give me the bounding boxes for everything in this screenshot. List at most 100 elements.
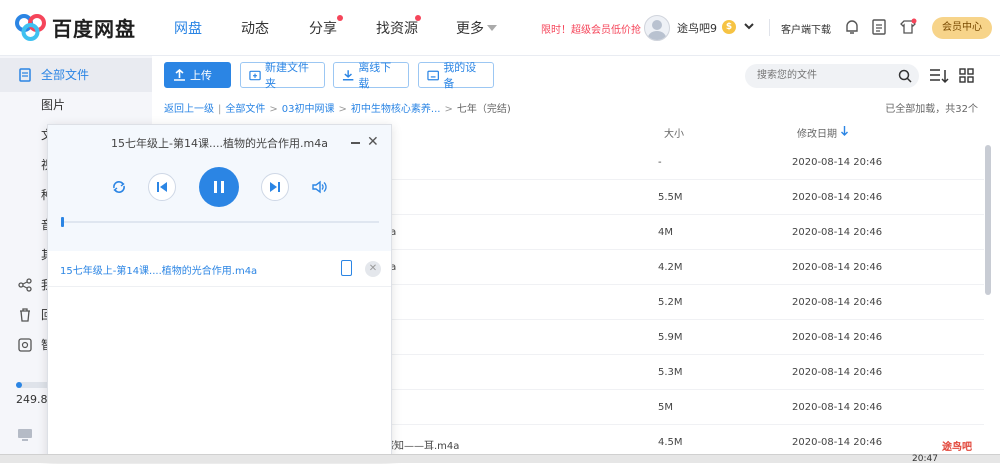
playback-progress-bar[interactable] [61, 217, 379, 227]
next-icon [270, 182, 280, 192]
breadcrumb: 返回上一级 | 全部文件 >03初中网课 > 初中生物核心素养... > 七年（完结) [164, 100, 511, 115]
file-icon [19, 68, 31, 82]
file-modified-date: 2020-08-14 20:46 [792, 157, 883, 168]
file-modified-date: 2020-08-14 20:46 [792, 332, 883, 343]
taskbar [0, 454, 1000, 463]
new-folder-icon [249, 70, 261, 80]
header-divider [769, 19, 770, 36]
previous-track-button[interactable] [148, 173, 176, 201]
smart-icon [18, 338, 32, 352]
chevron-down-icon[interactable] [487, 25, 497, 31]
watermark: 途鸟吧 [942, 442, 972, 453]
clipboard-icon[interactable] [870, 18, 888, 36]
next-track-button[interactable] [261, 173, 289, 201]
search-icon[interactable] [898, 69, 912, 83]
remove-item-icon[interactable]: ✕ [365, 261, 381, 277]
audio-player-popup: 15七年级上-第14课....植物的光合作用.m4a ✕ 15七年级上-第14课… [47, 124, 392, 463]
promo-link[interactable]: 限时！超级会员低价抢 [541, 21, 641, 36]
upload-label: 上传 [190, 69, 212, 82]
bell-icon[interactable] [843, 18, 861, 36]
breadcrumb-folder-1[interactable]: 03初中网课 [282, 104, 335, 115]
upload-icon [174, 68, 185, 81]
grid-view-icon[interactable] [959, 68, 974, 83]
close-icon[interactable]: ✕ [367, 134, 379, 150]
sidebar-item-images[interactable]: 图片 [0, 88, 152, 122]
device-icon [427, 70, 439, 80]
file-modified-date: 2020-08-14 20:46 [792, 297, 883, 308]
file-modified-date: 2020-08-14 20:46 [792, 367, 883, 378]
resources-notification-dot [415, 15, 421, 21]
file-size: 5.3M [658, 367, 683, 378]
scrollbar[interactable] [985, 145, 991, 295]
top-header: 百度网盘 网盘 动态 分享 找资源 更多 限时！超级会员低价抢 途鸟吧9 $ 客… [0, 0, 1000, 56]
sidebar-item-label: 图片 [41, 98, 66, 112]
user-menu-chevron-icon[interactable] [744, 23, 754, 30]
phone-icon[interactable] [341, 260, 352, 276]
progress-knob[interactable] [61, 217, 64, 227]
breadcrumb-arrow: > [338, 104, 347, 115]
repeat-icon[interactable] [106, 174, 132, 200]
offline-download-label: 离线下载 [358, 61, 392, 90]
app-logo-text: 百度网盘 [52, 16, 136, 41]
minimize-icon[interactable] [351, 142, 360, 144]
file-size: 5.5M [658, 192, 683, 203]
vip-center-button[interactable]: 会员中心 [932, 17, 992, 39]
file-modified-date: 2020-08-14 20:46 [792, 192, 883, 203]
file-size: 4.5M [658, 437, 683, 448]
share-icon [18, 278, 32, 292]
file-size: 4M [658, 227, 673, 238]
offline-download-button[interactable]: 离线下载 [333, 61, 409, 90]
playlist-item-name: 15七年级上-第14课....植物的光合作用.m4a [60, 266, 258, 277]
coin-icon: $ [722, 20, 736, 34]
player-title: 15七年级上-第14课....植物的光合作用.m4a [111, 137, 328, 150]
pause-button[interactable] [199, 167, 239, 207]
file-modified-date: 2020-08-14 20:46 [792, 262, 883, 273]
breadcrumb-back[interactable]: 返回上一级 [164, 104, 214, 115]
upload-button[interactable]: 上传 [164, 62, 231, 88]
file-size: 5.9M [658, 332, 683, 343]
breadcrumb-arrow: > [269, 104, 278, 115]
sidebar-item-label: 全部文件 [41, 68, 90, 82]
avatar[interactable] [644, 15, 670, 41]
playlist-item[interactable]: 15七年级上-第14课....植物的光合作用.m4a ✕ [48, 251, 391, 287]
sidebar-item-all-files[interactable]: 全部文件 [0, 58, 152, 92]
nav-find-resources[interactable]: 找资源 [376, 18, 418, 38]
file-size: 5.2M [658, 297, 683, 308]
monitor-icon[interactable] [17, 428, 33, 441]
breadcrumb-arrow: > [444, 104, 453, 115]
trash-icon [20, 308, 30, 322]
new-folder-label: 新建文件夹 [265, 61, 310, 90]
shirt-icon[interactable] [899, 18, 917, 36]
volume-icon[interactable] [306, 174, 332, 200]
player-header: 15七年级上-第14课....植物的光合作用.m4a ✕ [48, 125, 391, 251]
client-download-link[interactable]: 客户端下载 [781, 21, 831, 36]
breadcrumb-current: 七年（完结) [456, 104, 511, 115]
file-modified-date: 2020-08-14 20:46 [792, 437, 883, 448]
nav-share[interactable]: 分享 [309, 18, 337, 38]
app-logo[interactable]: 百度网盘 [14, 12, 136, 42]
nav-more[interactable]: 更多 [456, 18, 484, 38]
download-icon [342, 69, 354, 80]
search-input[interactable] [745, 64, 919, 88]
loaded-count: 已全部加载，共32个 [885, 104, 978, 115]
breadcrumb-separator: | [218, 104, 222, 115]
file-size: 4.2M [658, 262, 683, 273]
breadcrumb-folder-2[interactable]: 初中生物核心素养... [351, 104, 441, 115]
username[interactable]: 途鸟吧9 [677, 20, 717, 36]
previous-icon [157, 182, 167, 192]
nav-activity[interactable]: 动态 [241, 18, 269, 38]
column-header-size[interactable]: 大小 [664, 125, 684, 140]
file-modified-date: 2020-08-14 20:46 [792, 402, 883, 413]
file-size: - [658, 157, 662, 168]
storage-quota-fill [16, 382, 22, 388]
file-modified-date: 2020-08-14 20:46 [792, 227, 883, 238]
cloud-logo-icon [15, 14, 46, 41]
sort-down-arrow-icon[interactable] [841, 126, 848, 136]
sort-icon[interactable] [929, 68, 949, 84]
nav-netdisk[interactable]: 网盘 [174, 18, 202, 38]
my-devices-label: 我的设备 [443, 61, 477, 90]
breadcrumb-all-files[interactable]: 全部文件 [225, 104, 265, 115]
column-header-date[interactable]: 修改日期 [797, 125, 837, 140]
my-devices-button[interactable]: 我的设备 [418, 61, 494, 90]
new-folder-button[interactable]: 新建文件夹 [240, 61, 325, 90]
